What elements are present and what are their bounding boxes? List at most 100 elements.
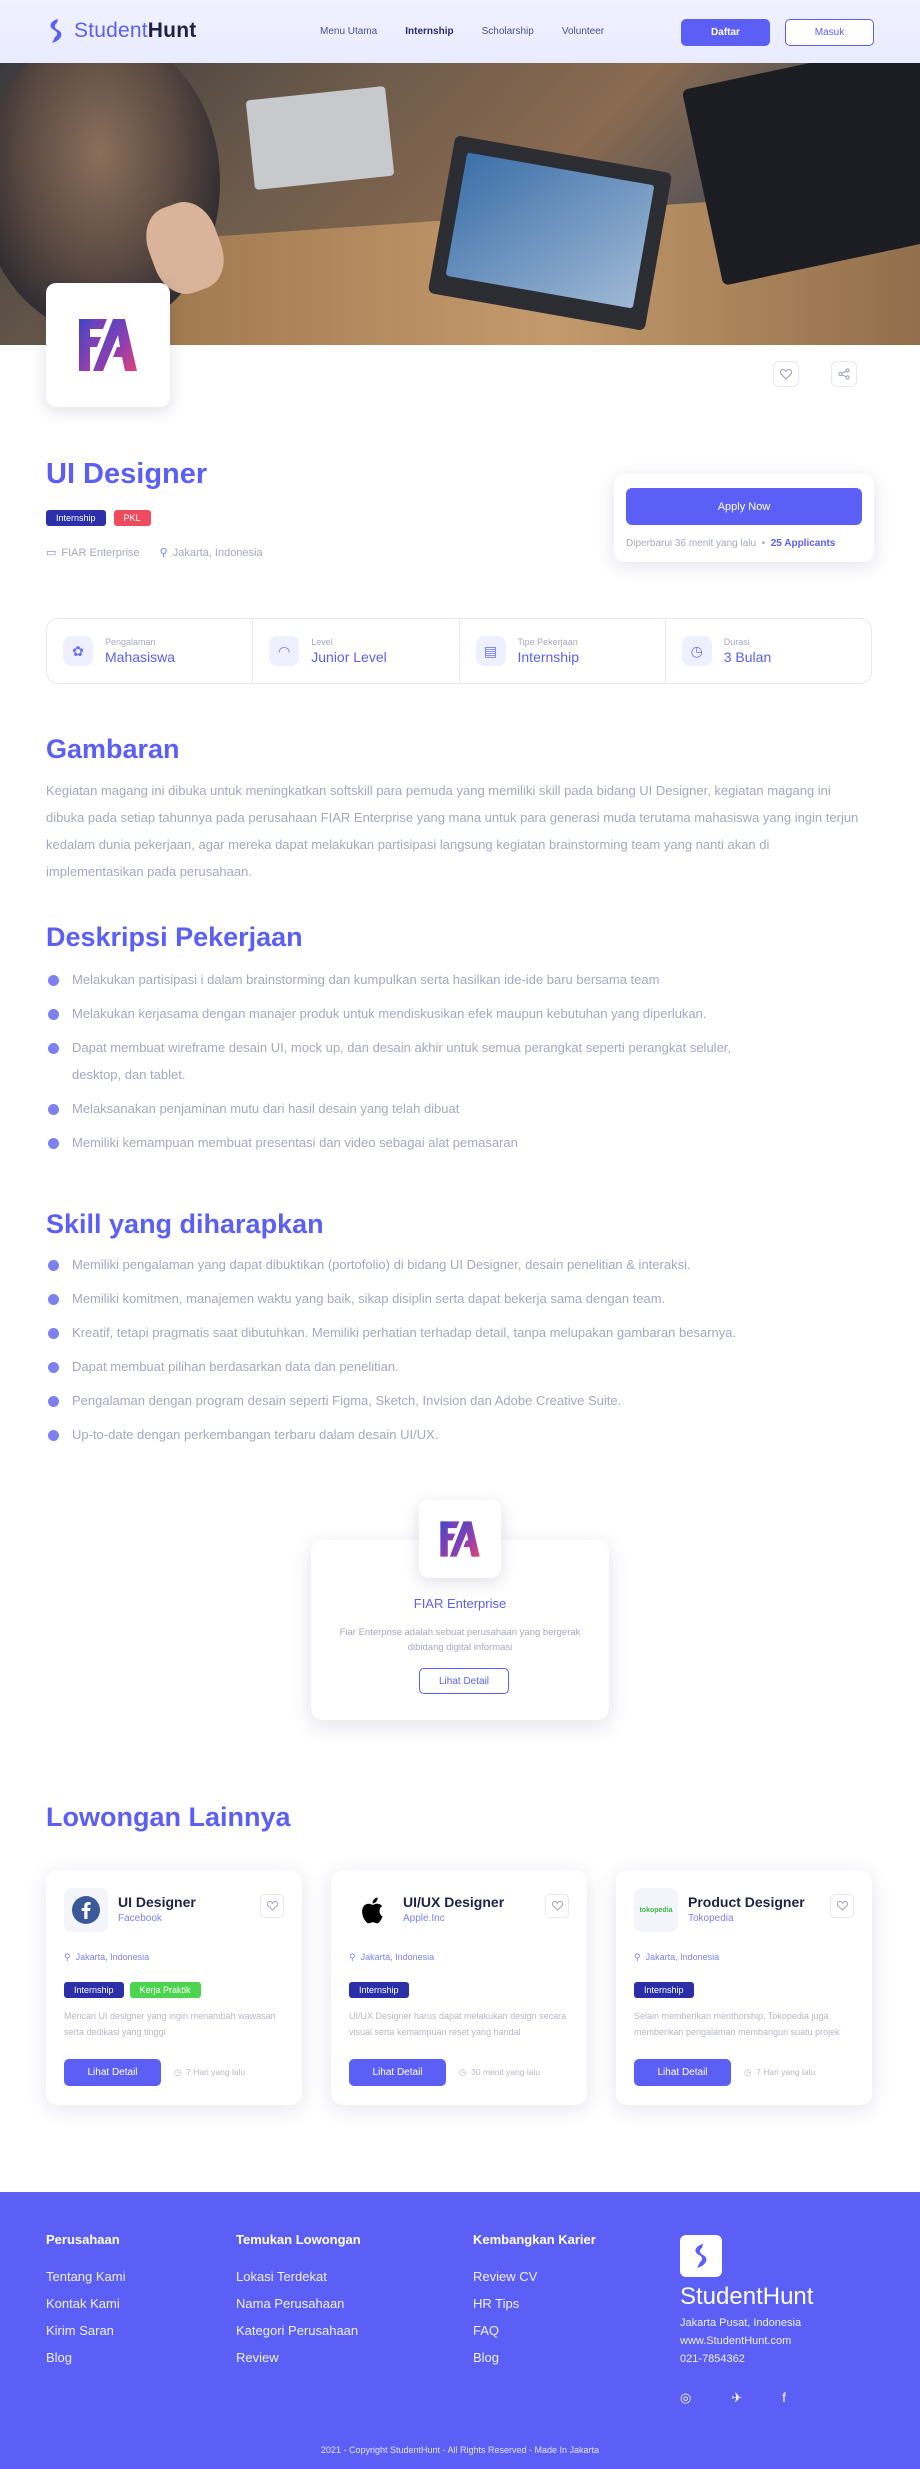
lowongan-lainnya-title: Lowongan Lainnya [46,1802,291,1832]
share-button[interactable] [831,361,857,387]
gambaran-title: Gambaran [46,734,180,764]
footer-phone: 021-7854362 [680,2353,745,2365]
daftar-button[interactable]: Daftar [681,19,770,46]
menu-item-scholarship[interactable]: Scholarship [482,26,534,37]
footer: Perusahaan Tentang Kami Kontak Kami Kiri… [0,2192,920,2469]
twitter-icon[interactable]: ✈ [731,2390,742,2406]
job-card-location: Jakarta, Indonesia [75,1952,150,1962]
badge-internship: Internship [46,510,106,526]
facebook-icon[interactable]: f [782,2390,786,2406]
company-logo [46,283,170,407]
footer-link[interactable]: Kontak Kami [46,2296,126,2311]
apply-card: Apply Now Diperbarui 36 menit yang lalu … [614,474,874,562]
menu-item-volunteer[interactable]: Volunteer [562,26,604,37]
company-card-logo [419,1500,501,1578]
lihat-detail-button[interactable]: Lihat Detail [349,2059,446,2086]
footer-col-karier: Kembangkan Karier Review CV HR Tips FAQ … [473,2232,596,2377]
location-pin-icon: ⚲ [159,547,168,559]
footer-website[interactable]: www.StudentHunt.com [680,2335,813,2347]
experience-icon: ✿ [63,636,93,666]
applicants-count: 25 Applicants [770,538,836,549]
menu-item-internship[interactable]: Internship [405,26,453,37]
fiar-logo-icon [440,1521,480,1557]
list-item: Up-to-date dengan perkembangan terbaru d… [46,1421,872,1448]
job-card[interactable]: UI Designer Facebook ⚲ Jakarta, Indonesi… [46,1870,302,2105]
clock-icon: ◷ [681,636,712,666]
job-card[interactable]: tokopedia Product Designer Tokopedia ⚲ J… [616,1870,872,2105]
social-links: ◎ ✈ f [680,2390,786,2406]
footer-link[interactable]: Nama Perusahaan [236,2296,361,2311]
footer-link[interactable]: Tentang Kami [46,2269,126,2284]
list-item: Dapat membuat wireframe desain UI, mock … [46,1034,746,1088]
lihat-detail-button[interactable]: Lihat Detail [634,2059,731,2086]
heart-icon [266,1901,278,1911]
skill-list: Memiliki pengalaman yang dapat dibuktika… [46,1251,872,1455]
job-card-desc: UI/UX Designer harus dapat melakukan des… [349,2011,567,2037]
briefcase-icon: ▤ [475,636,506,666]
info-durasi: ◷ Durasi 3 Bulan [666,619,871,683]
heart-icon [836,1901,848,1911]
company-card-name: FIAR Enterprise [413,1596,507,1611]
location-pin-icon: ⚲ [349,1952,361,1962]
job-meta: ▭ FIAR Enterprise ⚲ Jakarta, Indonesia [46,546,263,559]
job-card-title: UI Designer [118,1894,196,1910]
badge-internship: Internship [634,1982,694,1998]
studenthunt-logo-icon [50,19,62,43]
apple-logo-icon [349,1888,393,1932]
badge-internship: Internship [64,1982,124,1998]
footer-link[interactable]: Blog [46,2350,126,2365]
apply-now-button[interactable]: Apply Now [626,488,862,525]
footer-col-title: Kembangkan Karier [473,2232,596,2247]
menu-item-menu-utama[interactable]: Menu Utama [320,26,377,37]
favorite-button[interactable] [830,1894,854,1918]
lihat-detail-button[interactable]: Lihat Detail [64,2059,161,2086]
company-detail-button[interactable]: Lihat Detail [419,1668,509,1694]
list-item: Kreatif, tetapi pragmatis saat dibutuhka… [46,1319,872,1346]
badge-pkl: PKL [113,510,151,526]
footer-col-title: Perusahaan [46,2232,120,2247]
footer-address: Jakarta Pusat, Indonesia [680,2317,802,2329]
job-card[interactable]: UI/UX Designer Apple.Inc ⚲ Jakarta, Indo… [331,1870,587,2105]
job-card-company: Apple.Inc [403,1913,445,1924]
tokopedia-logo-icon: tokopedia [634,1888,678,1932]
instagram-icon[interactable]: ◎ [680,2390,691,2406]
footer-link[interactable]: Review CV [473,2269,596,2284]
skill-title: Skill yang diharapkan [46,1209,324,1239]
job-company: FIAR Enterprise [61,547,140,559]
list-item: Melakukan partisipasi i dalam brainstorm… [46,966,872,993]
job-info-bar: ✿ Pengalaman Mahasiswa ◠ Level Junior Leve… [46,618,872,684]
favorite-button[interactable] [260,1894,284,1918]
facebook-logo-icon [64,1888,108,1932]
list-item: Melaksanakan penjaminan mutu dari hasil … [46,1095,872,1122]
info-level: ◠ Level Junior Level [253,619,460,683]
page: StudentHunt Menu Utama Internship Schola… [0,0,920,2469]
favorite-button[interactable] [545,1894,569,1918]
footer-link[interactable]: Blog [473,2350,596,2365]
job-card-title: UI/UX Designer [403,1894,505,1910]
favorite-button[interactable] [773,361,799,387]
job-card-desc: Selain memberikan menthorship, Tokopedia… [634,2011,840,2037]
top-navbar: StudentHunt Menu Utama Internship Schola… [0,0,920,63]
job-card-company: Tokopedia [688,1913,734,1924]
footer-link[interactable]: Kirim Saran [46,2323,126,2338]
footer-link[interactable]: Review [236,2350,361,2365]
fiar-logo-icon [79,319,137,371]
studenthunt-logo-icon[interactable] [680,2235,722,2277]
masuk-button[interactable]: Masuk [785,19,874,46]
footer-brand: StudentHunt Jakarta Pusat, Indonesia www… [680,2235,813,2365]
updated-time: Diperbarui 36 menit yang lalu [626,538,757,549]
list-item: Melakukan kerjasama dengan manajer produ… [46,1000,872,1027]
main-menu: Menu Utama Internship Scholarship Volunt… [320,26,604,37]
footer-link[interactable]: FAQ [473,2323,596,2338]
list-item: Memiliki pengalaman yang dapat dibuktika… [46,1251,872,1278]
footer-link[interactable]: Kategori Perusahaan [236,2323,361,2338]
gambaran-text: Kegiatan magang ini dibuka untuk meningk… [46,783,859,879]
company-card-desc: Fiar Enterprise adalah sebuat perusahaan… [339,1627,581,1653]
footer-link[interactable]: Lokasi Terdekat [236,2269,361,2284]
deskripsi-title: Deskripsi Pekerjaan [46,922,303,952]
footer-col-title: Temukan Lowongan [236,2232,361,2247]
job-badges: Internship PKL [46,510,151,526]
location-pin-icon: ⚲ [634,1952,646,1962]
footer-link[interactable]: HR Tips [473,2296,596,2311]
studenthunt-logo[interactable]: StudentHunt [46,18,196,44]
